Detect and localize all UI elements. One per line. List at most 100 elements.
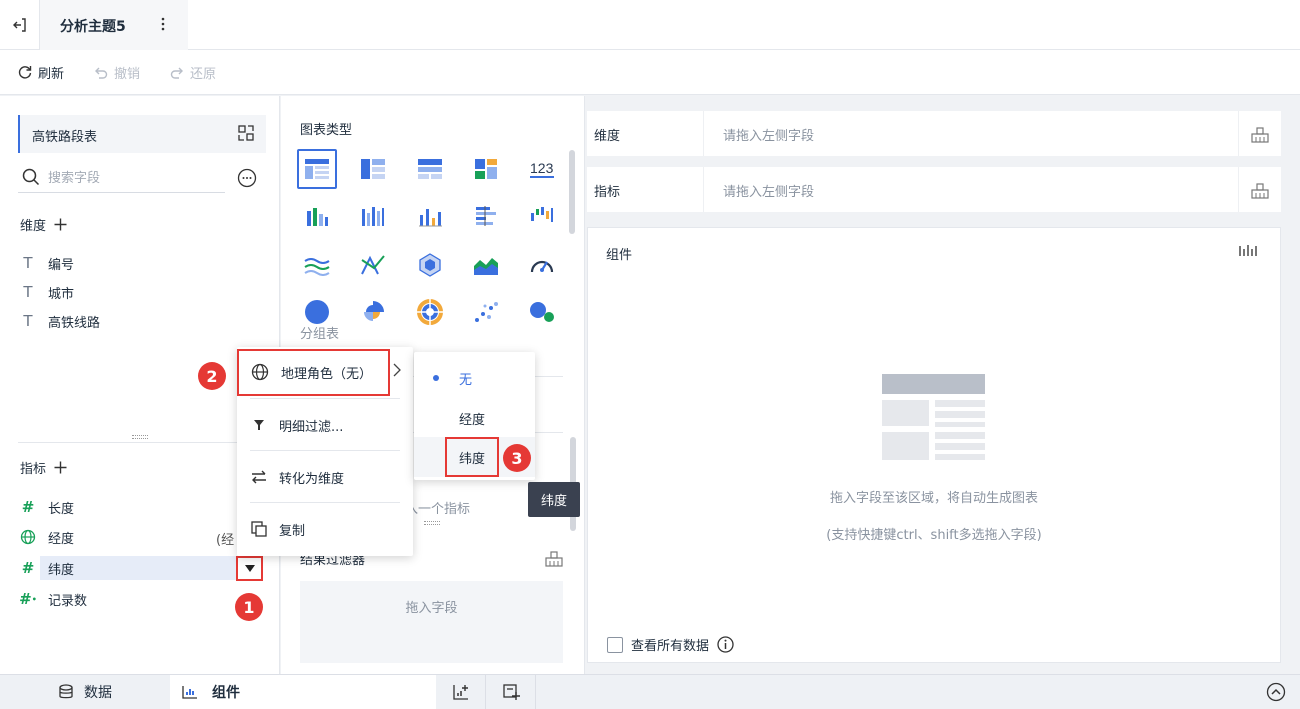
empty-table-illustration [882,374,985,460]
number-calc-icon: # • [19,590,37,608]
menu-divider [250,450,400,451]
submenu-item-longitude[interactable]: 经度 [414,398,535,438]
metric-drop-label: 指标 [594,185,621,200]
chart-settings-icon[interactable] [1238,243,1258,259]
chart-type-bubble[interactable] [522,292,562,332]
menu-item-convert-dimension[interactable]: 转化为维度 [237,457,413,497]
switch-dataset-icon[interactable] [237,124,257,144]
top-bar [0,0,1300,50]
redo-icon [170,67,183,79]
chart-type-group-table[interactable] [353,149,393,189]
menu-divider [250,502,400,503]
add-widget-button[interactable] [436,675,486,709]
geo-role-suffix: (经 [216,533,235,548]
chart-type-waterfall[interactable] [522,196,562,236]
database-icon [59,684,73,699]
number-type-icon: # [21,498,35,516]
dimension-drop-row[interactable]: 维度 请拖入左侧字段 [587,111,1281,156]
dimension-field-bianhao[interactable]: T 编号 [18,251,250,275]
chart-type-scrollbar[interactable] [569,150,575,234]
chart-type-multi-pie[interactable] [410,292,450,332]
tab-widget[interactable]: 组件 [170,675,436,709]
undo-icon [95,67,108,79]
chart-type-number[interactable]: 123 [522,149,562,189]
dimension-field-chengshi[interactable]: T 城市 [18,280,250,304]
divider [18,442,266,443]
chevron-right-icon [393,363,401,377]
chart-type-grouped-column[interactable] [353,196,393,236]
metric-drop-placeholder: 请拖入左侧字段 [723,185,815,200]
result-filter-drop-zone[interactable]: 拖入字段 [300,581,563,663]
chart-type-gauge[interactable] [522,245,562,285]
step-highlight-geo-role [237,349,390,396]
chart-type-radar-line[interactable] [353,245,393,285]
resize-handle[interactable] [132,435,148,439]
number-type-icon: # [21,559,35,577]
add-filter-icon [502,684,520,700]
refresh-button[interactable]: 刷新 [17,62,64,82]
page-title: 分析主题5 [60,19,126,35]
more-vertical-icon[interactable] [154,14,172,34]
add-filter-widget-button[interactable] [486,675,536,709]
field-dropdown-button[interactable] [236,556,263,581]
search-input[interactable] [48,167,218,189]
empty-hint: 拖入字段至该区域，将自动生成图表 [829,491,1038,506]
empty-hint-shortcut: (支持快捷键ctrl、shift多选拖入字段) [826,528,1042,543]
swap-icon [252,470,266,484]
refresh-icon [18,66,32,79]
chart-type-column[interactable] [410,196,450,236]
refresh-label: 刷新 [38,66,65,82]
chart-type-name: 分组表 [300,327,340,342]
chart-type-stacked-column[interactable] [297,196,337,236]
metric-field-changdu[interactable]: # 长度 [18,495,250,519]
exit-icon[interactable] [0,0,40,50]
undo-button[interactable]: 撤销 [93,62,140,82]
dimension-field-gaotie[interactable]: T 高铁线路 [18,309,250,333]
dimension-drop-placeholder: 请拖入左侧字段 [723,129,815,144]
metric-drop-row[interactable]: 指标 请拖入左侧字段 [587,167,1281,212]
globe-icon [18,529,38,545]
info-icon[interactable] [717,636,734,653]
search-underline [18,192,225,193]
add-dimension-icon[interactable] [54,218,67,231]
chart-type-bar[interactable] [466,196,506,236]
menu-item-copy[interactable]: 复制 [237,509,413,549]
chart-type-dashboard[interactable] [466,149,506,189]
resize-handle[interactable] [424,521,440,525]
clear-icon[interactable] [544,549,564,567]
menu-divider [250,398,400,399]
chart-type-rose[interactable] [353,292,393,332]
view-all-checkbox[interactable] [607,636,623,653]
search-icon [22,168,40,186]
svg-text:123: 123 [530,160,554,176]
text-type-icon: T [23,254,33,272]
step-badge-2: 2 [198,362,226,390]
add-chart-icon [452,685,468,700]
chart-type-table[interactable] [297,149,337,189]
menu-item-detail-filter[interactable]: 明细过滤... [237,405,413,445]
step-badge-3: 3 [503,444,531,472]
copy-icon [251,521,267,537]
tab-data[interactable]: 数据 [0,675,170,709]
clear-icon[interactable] [1238,167,1281,212]
more-options-icon[interactable] [237,168,257,188]
text-type-icon: T [23,283,33,301]
chart-type-line[interactable] [297,245,337,285]
submenu-item-none[interactable]: 无 [414,358,535,398]
redo-label: 还原 [190,66,217,82]
chart-type-radar[interactable] [410,245,450,285]
collapse-icon[interactable] [1266,682,1286,702]
clear-icon[interactable] [1238,111,1281,156]
view-all-data[interactable]: 查看所有数据 [607,635,734,654]
caret-down-icon [244,565,255,572]
filter-icon [254,420,264,430]
chart-type-area[interactable] [466,245,506,285]
chart-type-scatter[interactable] [466,292,506,332]
add-metric-icon[interactable] [54,461,67,474]
redo-button[interactable]: 还原 [169,62,216,82]
metric-section-title: 指标 [20,458,67,477]
chart-type-cross-table[interactable] [410,149,450,189]
metric-field-jilushu[interactable]: # • 记录数 [18,587,250,611]
metric-field-weidu[interactable]: # 纬度 [18,556,236,580]
metric-drop-placeholder: 入一个指标 [405,502,471,517]
